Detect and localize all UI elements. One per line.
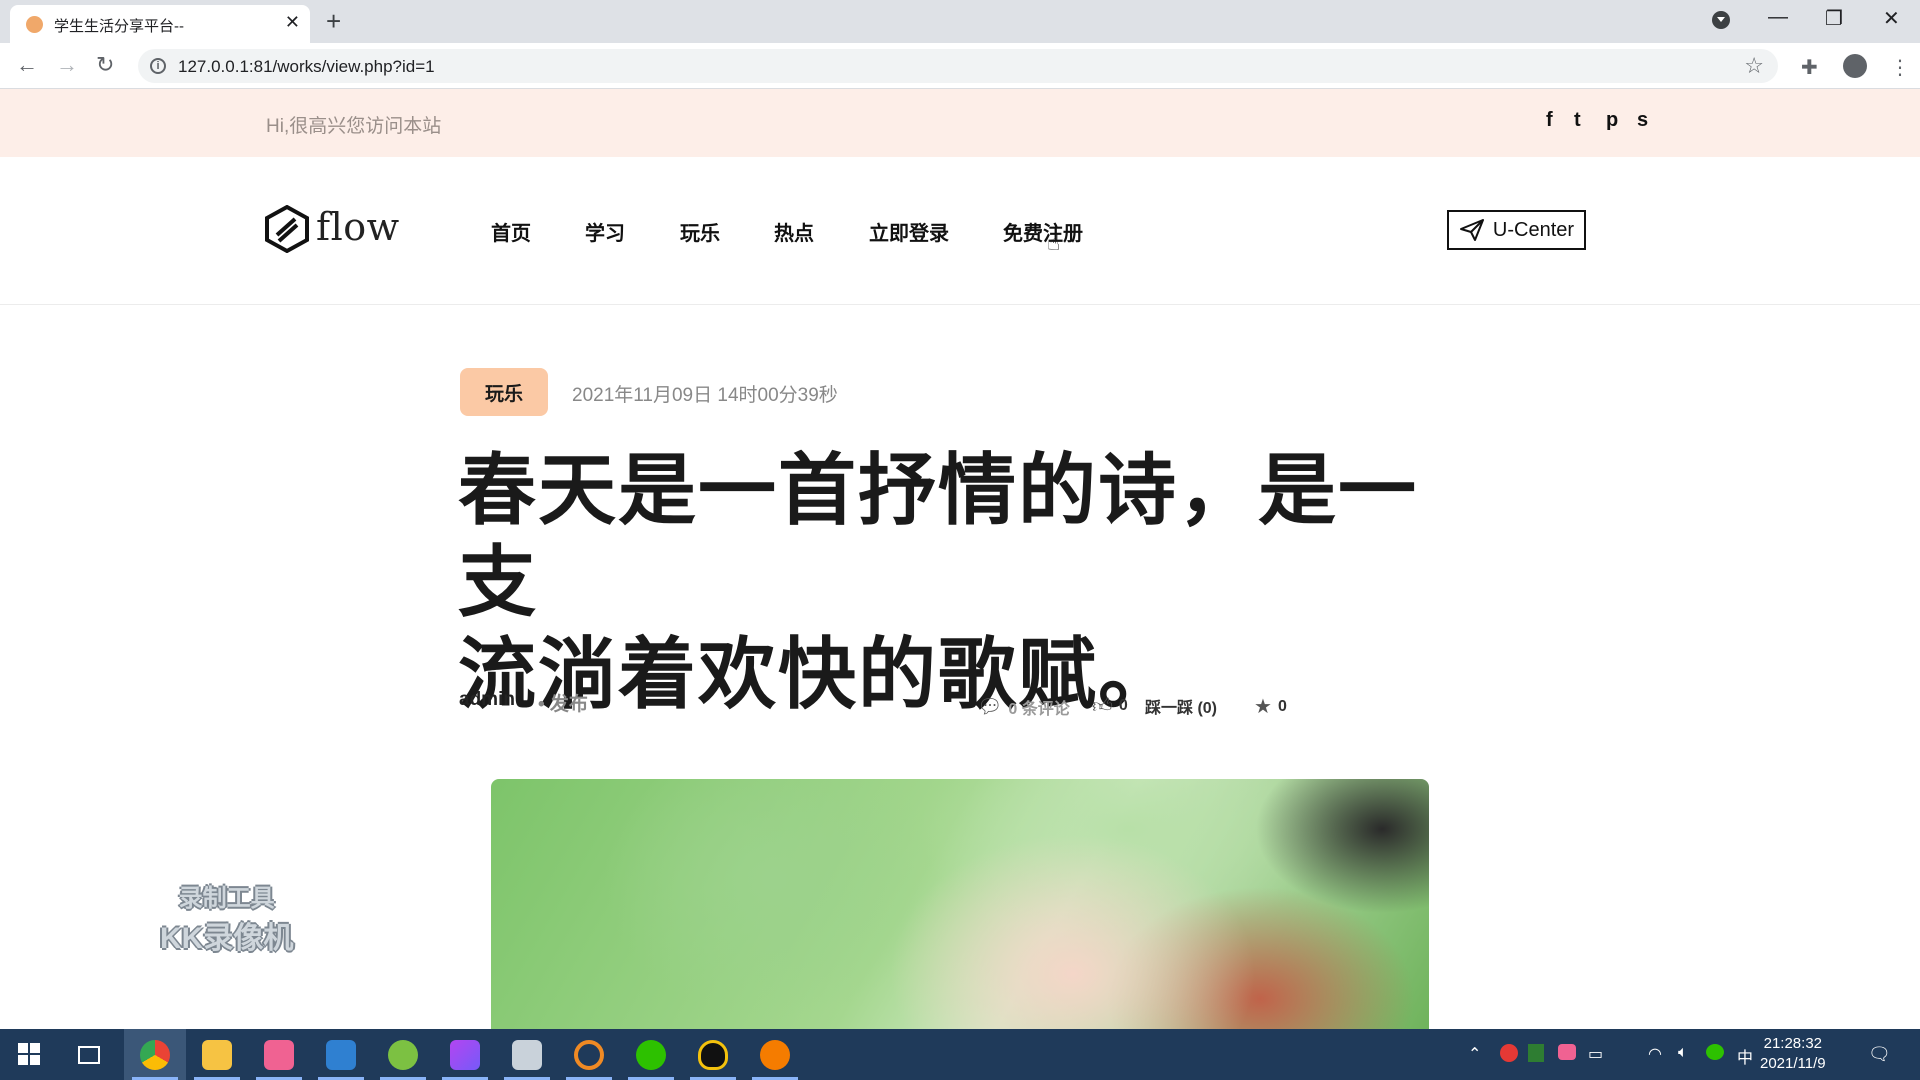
minimize-icon[interactable]: —	[1768, 6, 1788, 29]
recorder-app-icon[interactable]	[744, 1029, 806, 1080]
comments-meta[interactable]: 💬︎ 0 条评论	[977, 694, 1070, 719]
reload-icon[interactable]: ↻	[96, 52, 114, 78]
nav-home[interactable]: 首页	[491, 217, 531, 246]
comments-count: 0 条评论	[1008, 700, 1070, 718]
file-explorer-icon[interactable]	[186, 1029, 248, 1080]
address-bar[interactable]: i 127.0.0.1:81/works/view.php?id=1 ☆	[138, 49, 1778, 83]
app-green-icon[interactable]	[372, 1029, 434, 1080]
like-count: 0	[1118, 697, 1128, 714]
recorder-watermark: 录制工具 KK录像机	[160, 878, 293, 957]
greeting-text: Hi,很高兴您访问本站	[266, 116, 442, 137]
nav-study[interactable]: 学习	[585, 217, 625, 246]
dislike-meta[interactable]: 踩一踩 (0)	[1145, 694, 1217, 718]
logo-icon[interactable]	[264, 205, 310, 253]
tray-expand-icon[interactable]: ⌃	[1468, 1044, 1481, 1064]
publish-date: 2021年11月09日 14时00分39秒	[572, 385, 838, 406]
watermark-line-2: KK录像机	[160, 922, 294, 955]
tab-search-icon[interactable]	[1712, 11, 1730, 29]
notification-icon[interactable]: 🗨︎	[1868, 1044, 1891, 1065]
system-clock[interactable]: 21:28:32 2021/11/9	[1760, 1034, 1826, 1074]
category-badge[interactable]: 玩乐	[460, 368, 548, 416]
site-header: flow 首页 学习 玩乐 热点 立即登录 免费注册 ☝ U-Center	[0, 157, 1920, 305]
tray-pink-icon[interactable]	[1558, 1044, 1576, 1060]
author-name[interactable]: admin	[459, 689, 515, 711]
site-info-icon[interactable]: i	[150, 58, 166, 74]
volume-icon[interactable]: 🔈︎	[1678, 1044, 1688, 1062]
window-close-icon[interactable]: ✕	[1883, 6, 1900, 31]
thumbs-up-icon: 👍︎	[1092, 695, 1113, 717]
site-favicon-icon	[26, 16, 43, 33]
ime-indicator[interactable]: 中	[1737, 1044, 1753, 1068]
nav-hot[interactable]: 热点	[774, 217, 814, 246]
windows-start-icon[interactable]	[18, 1043, 40, 1065]
publish-label: • 发布	[538, 694, 588, 715]
facebook-icon[interactable]: f	[1546, 109, 1553, 132]
back-arrow-icon[interactable]: ←	[16, 52, 38, 78]
tray-green-icon[interactable]	[1528, 1044, 1544, 1062]
article-title-line-2: 流淌着欢快的歌赋。	[458, 630, 1179, 718]
new-tab-button[interactable]: +	[326, 6, 341, 37]
nav-login[interactable]: 立即登录	[869, 217, 949, 246]
tray-wechat-icon[interactable]	[1706, 1044, 1724, 1060]
skype-icon[interactable]: s	[1637, 109, 1648, 132]
tray-red-icon[interactable]	[1500, 1044, 1518, 1062]
logo-text[interactable]: flow	[316, 205, 400, 249]
windows-taskbar: ⌃ ▭ ◠ 🔈︎ 中 21:28:32 2021/11/9 🗨︎	[0, 1029, 1920, 1080]
battery-icon[interactable]: ▭	[1588, 1044, 1603, 1064]
u-center-label: U-Center	[1492, 218, 1575, 241]
article-hero-image	[491, 779, 1429, 1029]
profile-avatar-icon[interactable]	[1843, 54, 1867, 78]
favorite-count: 0	[1277, 697, 1287, 715]
url-text[interactable]: 127.0.0.1:81/works/view.php?id=1	[178, 57, 435, 77]
tab-title: 学生生活分享平台--	[54, 18, 184, 35]
app-gray-icon[interactable]	[496, 1029, 558, 1080]
network-icon[interactable]: ◠	[1648, 1044, 1662, 1064]
comment-bubble-icon: 💬︎	[977, 696, 1003, 718]
star-pin-icon: ★	[1254, 696, 1272, 718]
twitter-icon[interactable]: t	[1574, 109, 1581, 132]
task-view-icon[interactable]	[58, 1029, 120, 1080]
tab-close-icon[interactable]: ✕	[285, 12, 300, 33]
clock-date: 2021/11/9	[1760, 1055, 1826, 1072]
dislike-label: 踩一踩 (0)	[1145, 700, 1218, 717]
extensions-puzzle-icon[interactable]: ✚	[1801, 55, 1818, 80]
send-plane-icon	[1459, 219, 1484, 241]
mouse-pointer-icon: ☝	[1047, 230, 1061, 255]
site-top-bar: Hi,很高兴您访问本站 f t p s	[0, 89, 1920, 157]
nav-play[interactable]: 玩乐	[680, 217, 720, 246]
menu-kebab-icon[interactable]: ⋮	[1890, 55, 1910, 80]
browser-tab-bar: 学生生活分享平台-- ✕ + — ❐ ✕	[0, 0, 1920, 43]
qq-icon[interactable]	[682, 1029, 744, 1080]
watermark-line-1: 录制工具	[178, 885, 275, 912]
browser-tab[interactable]: 学生生活分享平台-- ✕	[10, 5, 310, 43]
clock-time: 21:28:32	[1763, 1035, 1822, 1052]
bookmark-star-icon[interactable]: ☆	[1744, 53, 1764, 79]
chrome-taskbar-icon[interactable]	[124, 1029, 186, 1080]
phpstorm-icon[interactable]	[434, 1029, 496, 1080]
browser-toolbar: ← → ↻ i 127.0.0.1:81/works/view.php?id=1…	[0, 43, 1920, 89]
like-meta[interactable]: 👍︎ 0	[1092, 694, 1128, 718]
restore-icon[interactable]: ❐	[1825, 6, 1843, 31]
pinterest-icon[interactable]: p	[1606, 109, 1618, 132]
article-title-line-1: 春天是一首抒情的诗，是一支	[458, 446, 1419, 626]
photos-icon[interactable]	[310, 1029, 372, 1080]
wechat-icon[interactable]	[620, 1029, 682, 1080]
nav-register[interactable]: 免费注册	[1003, 217, 1083, 246]
u-center-button[interactable]: U-Center	[1447, 210, 1586, 250]
app-pink-icon[interactable]	[248, 1029, 310, 1080]
search-app-icon[interactable]	[558, 1029, 620, 1080]
forward-arrow-icon[interactable]: →	[56, 52, 78, 78]
favorite-meta[interactable]: ★ 0	[1254, 694, 1287, 719]
article-title: 春天是一首抒情的诗，是一支 流淌着欢快的歌赋。	[458, 444, 1438, 720]
